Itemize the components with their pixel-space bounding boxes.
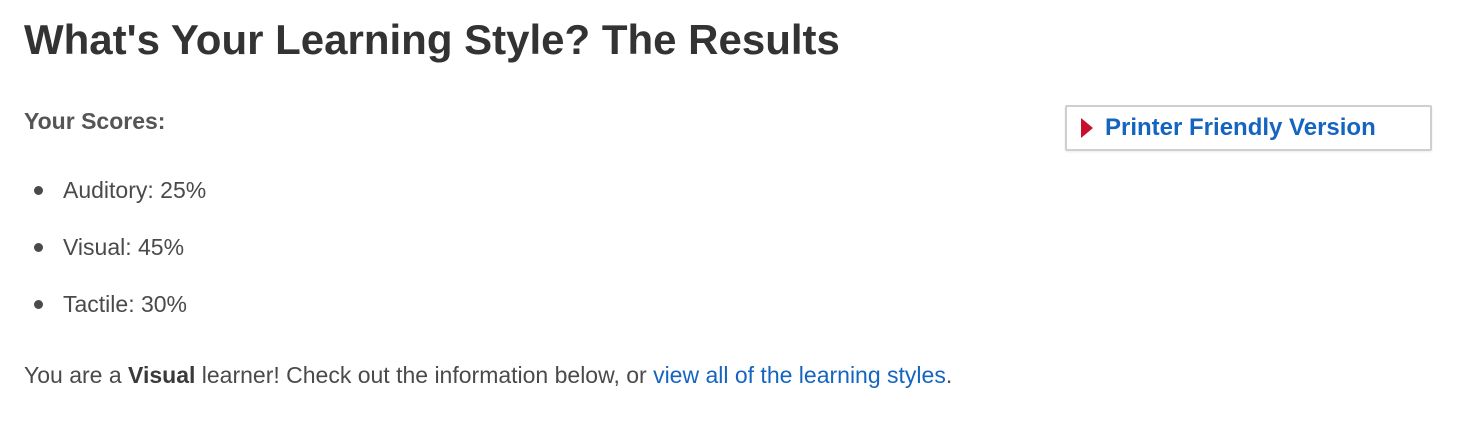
- result-suffix: .: [945, 362, 953, 388]
- score-label: Tactile: 30%: [63, 291, 188, 317]
- printer-friendly-button[interactable]: Printer Friendly Version: [1065, 105, 1432, 151]
- score-label: Auditory: 25%: [63, 177, 207, 203]
- bullet-icon: [34, 186, 43, 195]
- bullet-icon: [34, 300, 43, 309]
- learning-style-name: Visual: [128, 362, 196, 388]
- view-all-styles-link[interactable]: view all of the learning styles: [653, 362, 946, 388]
- bullet-icon: [34, 243, 43, 252]
- score-list: Auditory: 25% Visual: 45% Tactile: 30%: [24, 170, 206, 341]
- list-item-auditory: Auditory: 25%: [24, 170, 206, 227]
- list-item-tactile: Tactile: 30%: [24, 284, 206, 341]
- list-item-visual: Visual: 45%: [24, 227, 206, 284]
- score-label: Visual: 45%: [63, 234, 185, 260]
- scores-heading: Your Scores:: [24, 108, 166, 134]
- result-message: You are a Visual learner! Check out the …: [24, 358, 952, 392]
- result-prefix: You are a: [24, 362, 129, 388]
- printer-friendly-label: Printer Friendly Version: [1105, 114, 1376, 141]
- result-middle: learner! Check out the information below…: [195, 362, 654, 388]
- arrow-right-icon: [1081, 118, 1093, 138]
- page-title: What's Your Learning Style? The Results: [24, 16, 840, 63]
